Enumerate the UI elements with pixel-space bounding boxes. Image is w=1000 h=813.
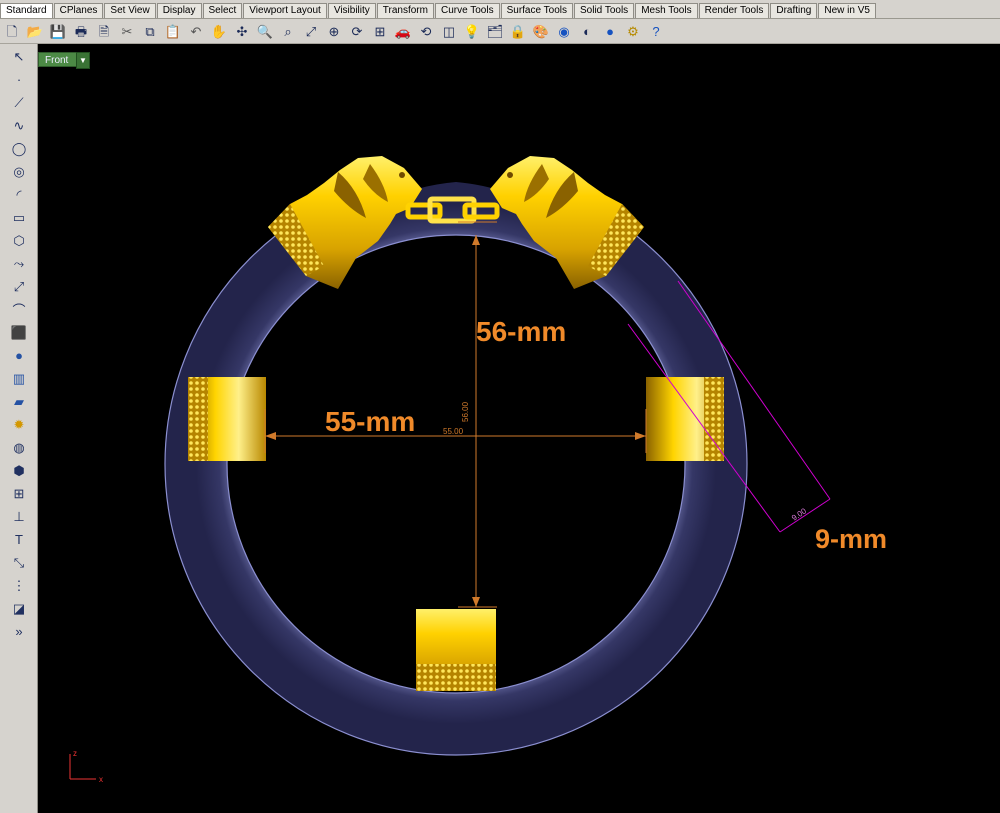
front-viewport[interactable]: 56-mm 56.00 55-mm 55.00 9-mm 9.00 z x bbox=[38, 44, 1000, 813]
pan-hand-icon[interactable]: ✋ bbox=[208, 20, 230, 42]
tab-solid-tools[interactable]: Solid Tools bbox=[574, 3, 635, 18]
cylinder-icon[interactable]: ▥ bbox=[7, 368, 31, 389]
rebuild-icon[interactable]: ◪ bbox=[7, 598, 31, 619]
toolbar-tabs: Standard CPlanes Set View Display Select View… bbox=[0, 0, 1000, 19]
standard-toolbar: 🗋 📂 💾 🖶 🗎 ✂ ⧉ 📋 ↶ ✋ ✣ 🔍 ⌕ ⤢ ⊕ ⟳ ⊞ 🚗 ⟲ ◫ 💡 🗂 🔒 🎨 ◉ ◐ ● ⚙? bbox=[0, 19, 1000, 44]
rectangle-icon[interactable]: ▭ bbox=[7, 207, 31, 228]
point-icon[interactable]: · bbox=[7, 69, 31, 90]
x-axis-label: x bbox=[99, 775, 103, 784]
left-tool-palette: ↖ · ⟋ ∿ ◯ ◎ ◜ ▭ ⬡ ⤳ ⤢ ⌒ ⬛ ● ▥ ▰ ✹ ◍ ⬢ ⊞ ⊥ T ⤡ ⋮ ◪» bbox=[0, 44, 38, 813]
tab-render-tools[interactable]: Render Tools bbox=[698, 3, 770, 18]
offset-curve-icon[interactable]: ⤳ bbox=[7, 253, 31, 274]
help-icon[interactable]: ? bbox=[645, 20, 667, 42]
transform-icon[interactable]: ⤡ bbox=[7, 552, 31, 573]
thickness-value: 9.00 bbox=[790, 506, 808, 522]
undo-icon[interactable]: ↶ bbox=[185, 20, 207, 42]
open-icon[interactable]: 📂 bbox=[24, 20, 46, 42]
layers-icon[interactable]: 🗂 bbox=[484, 20, 506, 42]
light-icon[interactable]: 💡 bbox=[461, 20, 483, 42]
tab-transform[interactable]: Transform bbox=[376, 3, 434, 18]
zoom-icon[interactable]: 🔍 bbox=[254, 20, 276, 42]
circle-icon[interactable]: ◯ bbox=[7, 138, 31, 159]
arc-icon[interactable]: ◜ bbox=[7, 184, 31, 205]
sphere-icon[interactable]: ● bbox=[599, 20, 621, 42]
viewport-dropdown-button[interactable]: ▼ bbox=[76, 52, 90, 69]
color-icon[interactable]: ◉ bbox=[553, 20, 575, 42]
shade-icon[interactable]: ◐ bbox=[576, 20, 598, 42]
wireframe-icon[interactable]: ◫ bbox=[438, 20, 460, 42]
ellipse-icon[interactable]: ◎ bbox=[7, 161, 31, 182]
tab-viewport-layout[interactable]: Viewport Layout bbox=[243, 3, 327, 18]
four-viewports-icon[interactable]: ⊞ bbox=[369, 20, 391, 42]
lock-icon[interactable]: 🔒 bbox=[507, 20, 529, 42]
z-axis-label: z bbox=[73, 749, 77, 758]
tab-drafting[interactable]: Drafting bbox=[770, 3, 818, 18]
sphere-icon[interactable]: ● bbox=[7, 345, 31, 366]
new-icon[interactable]: 🗋 bbox=[1, 20, 23, 42]
tab-curve-tools[interactable]: Curve Tools bbox=[434, 3, 500, 18]
height-label: 56-mm bbox=[476, 316, 566, 347]
tab-cplanes[interactable]: CPlanes bbox=[53, 3, 104, 18]
tab-new-in-v5[interactable]: New in V5 bbox=[818, 3, 876, 18]
copy-icon[interactable]: ⧉ bbox=[139, 20, 161, 42]
surface-icon[interactable]: ▰ bbox=[7, 391, 31, 412]
rotate-view-icon[interactable]: ⟳ bbox=[346, 20, 368, 42]
bottom-band-granulation bbox=[416, 664, 496, 691]
boolean-icon[interactable]: ◍ bbox=[7, 437, 31, 458]
zoom-selected-icon[interactable]: ⊕ bbox=[323, 20, 345, 42]
left-band-granulation bbox=[188, 377, 208, 461]
paste-icon[interactable]: 📋 bbox=[162, 20, 184, 42]
explode-icon[interactable]: ✹ bbox=[7, 414, 31, 435]
width-label: 55-mm bbox=[325, 406, 415, 437]
thickness-label: 9-mm bbox=[815, 524, 887, 554]
array-icon[interactable]: ⋮ bbox=[7, 575, 31, 596]
dimension-icon[interactable]: ⊥ bbox=[7, 506, 31, 527]
height-value: 56.00 bbox=[461, 401, 470, 422]
more-icon[interactable]: » bbox=[7, 621, 31, 642]
properties-icon[interactable]: 🗎 bbox=[93, 20, 115, 42]
tab-set-view[interactable]: Set View bbox=[104, 3, 156, 18]
print-icon[interactable]: 🖶 bbox=[70, 20, 92, 42]
fillet-icon[interactable]: ⌒ bbox=[7, 299, 31, 320]
save-icon[interactable]: 💾 bbox=[47, 20, 69, 42]
extend-icon[interactable]: ⤢ bbox=[7, 276, 31, 297]
rotate-cube-icon[interactable]: ⟲ bbox=[415, 20, 437, 42]
viewport-title-label: Front bbox=[45, 55, 69, 66]
width-value: 55.00 bbox=[443, 427, 464, 436]
curve-icon[interactable]: ∿ bbox=[7, 115, 31, 136]
tab-select[interactable]: Select bbox=[202, 3, 243, 18]
cut-icon[interactable]: ✂ bbox=[116, 20, 138, 42]
polygon-icon[interactable]: ⬡ bbox=[7, 230, 31, 251]
box-icon[interactable]: ⬛ bbox=[7, 322, 31, 343]
render-icon[interactable]: 🎨 bbox=[530, 20, 552, 42]
text-icon[interactable]: T bbox=[7, 529, 31, 550]
select-arrow-icon[interactable]: ↖ bbox=[7, 46, 31, 67]
zoom-window-icon[interactable]: ⌕ bbox=[277, 20, 299, 42]
mesh-icon[interactable]: ⊞ bbox=[7, 483, 31, 504]
world-axis-indicator: z x bbox=[69, 749, 103, 784]
settings-icon[interactable]: ⚙ bbox=[622, 20, 644, 42]
tab-standard[interactable]: Standard bbox=[0, 3, 53, 18]
right-band-granulation bbox=[704, 377, 724, 461]
move-icon[interactable]: ✣ bbox=[231, 20, 253, 42]
zoom-extents-icon[interactable]: ⤢ bbox=[300, 20, 322, 42]
car-icon[interactable]: 🚗 bbox=[392, 20, 414, 42]
tab-surface-tools[interactable]: Surface Tools bbox=[500, 3, 573, 18]
tab-visibility[interactable]: Visibility bbox=[327, 3, 376, 18]
chevron-down-icon: ▼ bbox=[79, 56, 87, 65]
tab-display[interactable]: Display bbox=[156, 3, 202, 18]
tab-mesh-tools[interactable]: Mesh Tools bbox=[635, 3, 698, 18]
solid-icon[interactable]: ⬢ bbox=[7, 460, 31, 481]
viewport-canvas: 56-mm 56.00 55-mm 55.00 9-mm 9.00 z x bbox=[69, 146, 887, 784]
polyline-icon[interactable]: ⟋ bbox=[7, 92, 31, 113]
